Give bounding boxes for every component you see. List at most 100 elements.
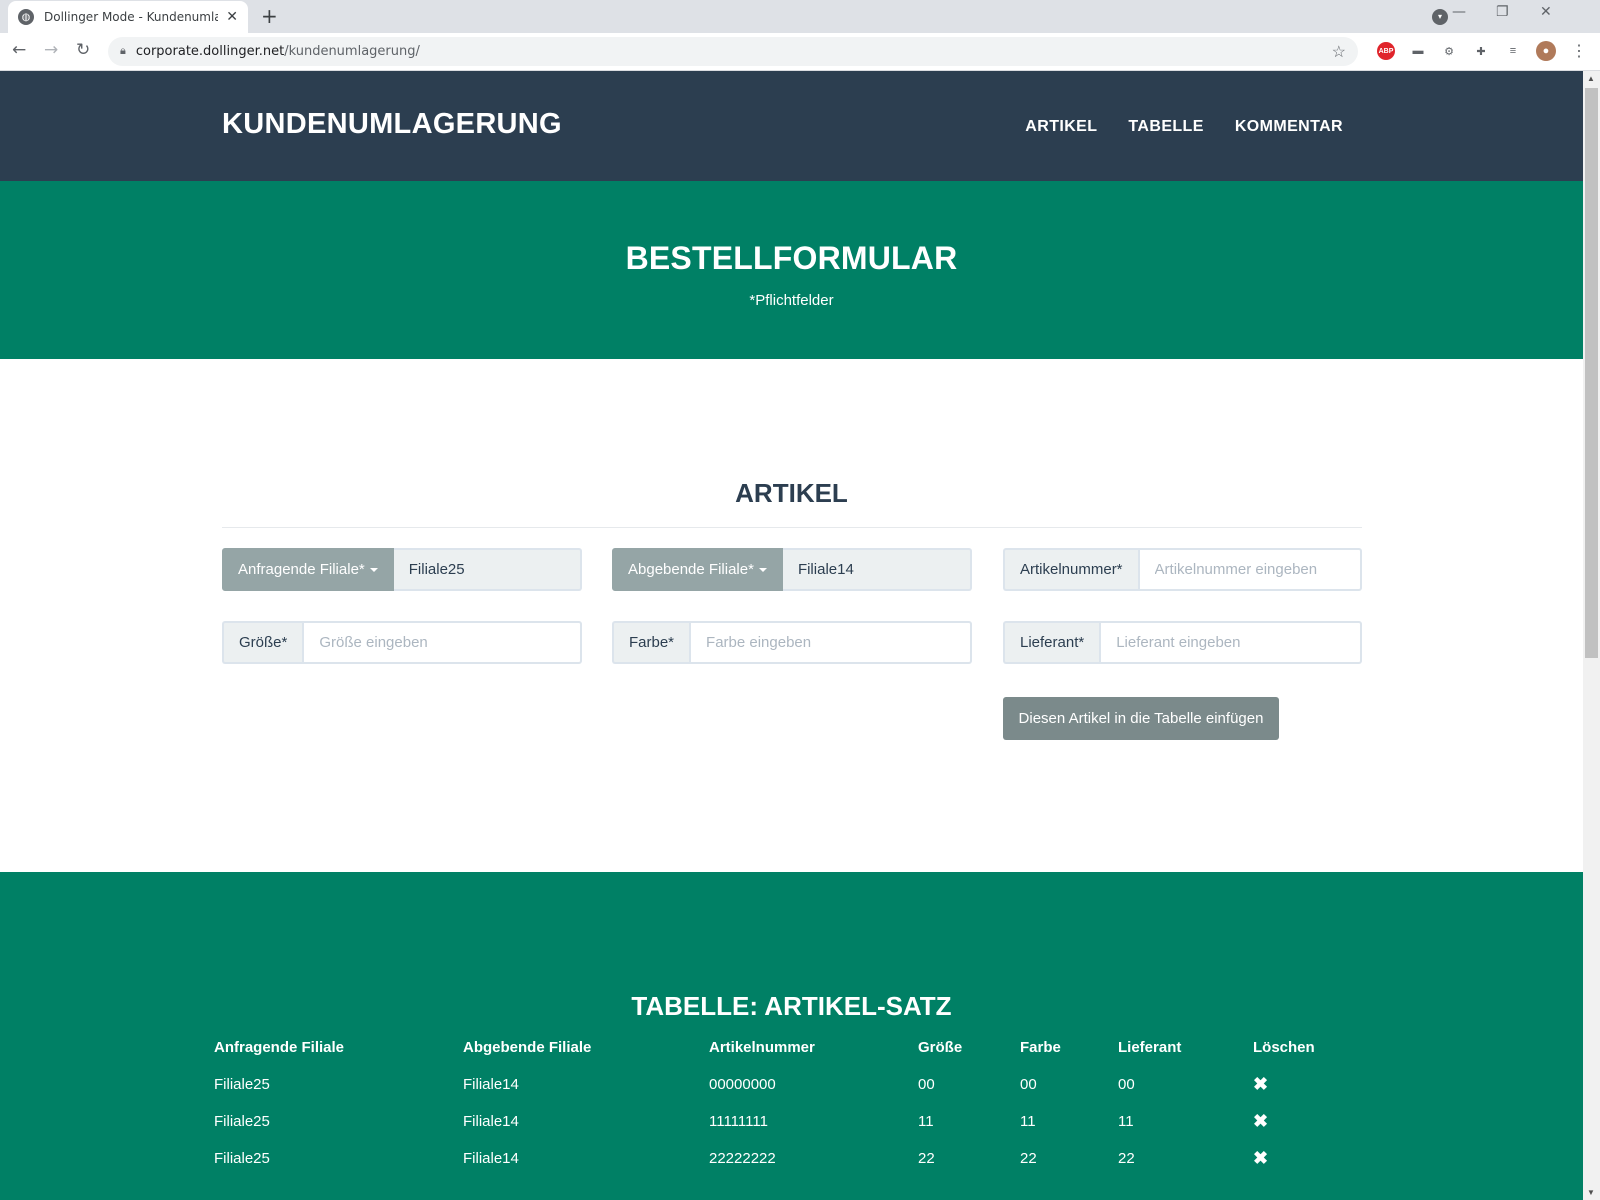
- cell-farbe: 22: [1020, 1150, 1037, 1167]
- cell-groesse: 22: [918, 1150, 935, 1167]
- minimize-icon[interactable]: —: [1452, 4, 1466, 20]
- artikel-section: ARTIKEL Anfragende Filiale* Filiale25 Ab…: [0, 359, 1583, 872]
- artikel-heading: ARTIKEL: [735, 478, 848, 508]
- abgebende-filiale-group: Abgebende Filiale* Filiale14: [612, 548, 972, 591]
- artikelnummer-input[interactable]: [1154, 561, 1345, 578]
- groesse-group: Größe*: [222, 621, 582, 664]
- table-row: Filiale25 Filiale14 11111111 11 11 11 ✖: [214, 1103, 1333, 1140]
- add-to-table-button[interactable]: Diesen Artikel in die Tabelle einfügen: [1003, 697, 1279, 740]
- nav-links: ARTIKEL TABELLE KOMMENTAR: [1025, 118, 1343, 136]
- hero-section: BESTELLFORMULAR *Pflichtfelder: [0, 181, 1583, 359]
- cell-groesse: 11: [918, 1113, 934, 1130]
- artikel-table: Anfragende Filiale Abgebende Filiale Art…: [214, 1029, 1333, 1177]
- tabelle-heading: TABELLE: ARTIKEL-SATZ: [631, 991, 952, 1021]
- page-scrollbar[interactable]: ▲ ▼: [1583, 71, 1600, 1200]
- puzzle-extensions-icon[interactable]: ✚: [1472, 42, 1490, 60]
- media-control-icon[interactable]: ≡: [1504, 42, 1522, 60]
- abgebende-filiale-value: Filiale14: [782, 548, 972, 591]
- cell-farbe: 00: [1020, 1076, 1037, 1093]
- cell-anfragende: Filiale25: [214, 1113, 270, 1130]
- cell-abgebende: Filiale14: [463, 1150, 519, 1167]
- terminal-extension-icon[interactable]: ▬: [1409, 42, 1427, 60]
- col-farbe: Farbe: [1020, 1039, 1061, 1056]
- back-icon[interactable]: ←: [12, 40, 26, 60]
- cell-abgebende: Filiale14: [463, 1076, 519, 1093]
- lock-icon: 🔒︎: [120, 45, 126, 57]
- anfragende-filiale-value: Filiale25: [393, 548, 582, 591]
- artikelnummer-group: Artikelnummer*: [1003, 548, 1362, 591]
- delete-row-icon[interactable]: ✖: [1253, 1148, 1268, 1168]
- gear-extension-icon[interactable]: ⚙: [1440, 42, 1458, 60]
- artikelnummer-label: Artikelnummer*: [1003, 548, 1138, 591]
- close-tab-icon[interactable]: ✕: [226, 9, 238, 25]
- cell-lieferant: 22: [1118, 1150, 1135, 1167]
- anfragende-filiale-label: Anfragende Filiale*: [238, 561, 365, 578]
- delete-row-icon[interactable]: ✖: [1253, 1074, 1268, 1094]
- window-close-icon[interactable]: ✕: [1540, 4, 1552, 20]
- groesse-input[interactable]: [319, 634, 565, 651]
- lieferant-group: Lieferant*: [1003, 621, 1362, 664]
- cell-anfragende: Filiale25: [214, 1076, 270, 1093]
- col-abgebende-filiale: Abgebende Filiale: [463, 1039, 592, 1056]
- col-loeschen: Löschen: [1253, 1039, 1315, 1056]
- page-content: KUNDENUMLAGERUNG ARTIKEL TABELLE KOMMENT…: [0, 71, 1583, 1200]
- browser-toolbar: ← → ↻ 🔒︎ corporate.dollinger.net/kundenu…: [0, 33, 1600, 71]
- reload-icon[interactable]: ↻: [76, 40, 90, 60]
- browser-tab-bar: ◍ Dollinger Mode - Kundenumlage ✕ + ▾ — …: [0, 0, 1600, 33]
- address-bar[interactable]: 🔒︎ corporate.dollinger.net/kundenumlager…: [108, 37, 1358, 66]
- hero-subtitle: *Pflichtfelder: [749, 292, 834, 309]
- farbe-label: Farbe*: [612, 621, 690, 664]
- url-text: corporate.dollinger.net/kundenumlagerung…: [135, 44, 420, 59]
- cell-anfragende: Filiale25: [214, 1150, 270, 1167]
- nav-link-kommentar[interactable]: KOMMENTAR: [1235, 118, 1343, 136]
- lieferant-label: Lieferant*: [1003, 621, 1100, 664]
- scroll-down-icon[interactable]: ▼: [1587, 1188, 1595, 1197]
- anfragende-filiale-group: Anfragende Filiale* Filiale25: [222, 548, 582, 591]
- table-row: Filiale25 Filiale14 00000000 00 00 00 ✖: [214, 1066, 1333, 1103]
- table-row: Filiale25 Filiale14 22222222 22 22 22 ✖: [214, 1140, 1333, 1177]
- caret-down-icon: [758, 567, 767, 572]
- site-navbar: KUNDENUMLAGERUNG ARTIKEL TABELLE KOMMENT…: [0, 71, 1583, 181]
- cell-abgebende: Filiale14: [463, 1113, 519, 1130]
- tab-title: Dollinger Mode - Kundenumlage: [44, 10, 219, 24]
- cell-lieferant: 11: [1118, 1113, 1134, 1130]
- globe-icon: ◍: [18, 9, 34, 25]
- browser-tab[interactable]: ◍ Dollinger Mode - Kundenumlage ✕: [8, 1, 248, 33]
- adblock-icon[interactable]: ABP: [1377, 42, 1395, 60]
- col-anfragende-filiale: Anfragende Filiale: [214, 1039, 345, 1056]
- cell-lieferant: 00: [1118, 1076, 1135, 1093]
- farbe-group: Farbe*: [612, 621, 972, 664]
- hero-title: BESTELLFORMULAR: [625, 240, 958, 276]
- cell-artikelnummer: 22222222: [709, 1150, 776, 1167]
- groesse-label: Größe*: [222, 621, 303, 664]
- delete-row-icon[interactable]: ✖: [1253, 1111, 1268, 1131]
- scrollbar-thumb[interactable]: [1585, 88, 1598, 658]
- cell-groesse: 00: [918, 1076, 935, 1093]
- forward-icon[interactable]: →: [44, 40, 58, 60]
- cell-artikelnummer: 00000000: [709, 1076, 776, 1093]
- divider: [222, 527, 1362, 528]
- nav-link-artikel[interactable]: ARTIKEL: [1025, 118, 1097, 136]
- site-brand[interactable]: KUNDENUMLAGERUNG: [222, 108, 562, 141]
- bookmark-star-icon[interactable]: ☆: [1332, 42, 1346, 62]
- col-lieferant: Lieferant: [1118, 1039, 1182, 1056]
- col-artikelnummer: Artikelnummer: [709, 1039, 815, 1056]
- cell-farbe: 11: [1020, 1113, 1036, 1130]
- lieferant-input[interactable]: [1116, 634, 1345, 651]
- new-tab-icon[interactable]: +: [261, 4, 278, 28]
- anfragende-filiale-dropdown[interactable]: Anfragende Filiale*: [222, 548, 394, 591]
- farbe-input[interactable]: [706, 634, 955, 651]
- tabelle-section: TABELLE: ARTIKEL-SATZ Anfragende Filiale…: [0, 872, 1583, 1200]
- tab-search-icon[interactable]: ▾: [1432, 9, 1448, 25]
- col-groesse: Größe: [918, 1039, 963, 1056]
- caret-down-icon: [369, 567, 378, 572]
- nav-link-tabelle[interactable]: TABELLE: [1128, 118, 1203, 136]
- restore-icon[interactable]: ❐: [1496, 4, 1509, 20]
- profile-avatar[interactable]: ●: [1536, 41, 1556, 61]
- abgebende-filiale-dropdown[interactable]: Abgebende Filiale*: [612, 548, 783, 591]
- menu-dots-icon[interactable]: ⋮: [1570, 42, 1588, 60]
- cell-artikelnummer: 11111111: [709, 1113, 768, 1130]
- table-header-row: Anfragende Filiale Abgebende Filiale Art…: [214, 1029, 1333, 1066]
- scroll-up-icon[interactable]: ▲: [1587, 74, 1595, 83]
- abgebende-filiale-label: Abgebende Filiale*: [628, 561, 754, 578]
